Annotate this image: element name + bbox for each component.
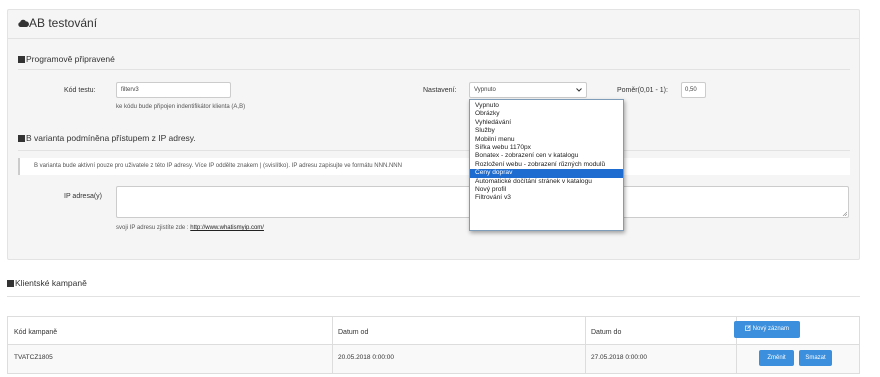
- ratio-label: Poměr(0,01 - 1):: [617, 87, 668, 94]
- b-variant-info-text: B varianta bude aktivní pouze pro uživat…: [34, 163, 402, 169]
- dropdown-option[interactable]: Mobilní menu: [470, 136, 623, 144]
- column-divider: [585, 317, 586, 373]
- new-record-label: Nový záznam: [752, 326, 790, 332]
- section-b-variant-heading: B varianta podmíněna přístupem z IP adre…: [18, 133, 196, 143]
- campaigns-table: Kód kampaně Datum od Datum do Nový zázna…: [7, 316, 860, 374]
- delete-button[interactable]: Smazat: [799, 350, 832, 366]
- section-preset-heading: Programově připravené: [18, 54, 115, 64]
- divider: [18, 69, 850, 70]
- divider: [7, 296, 860, 297]
- dropdown-chevron-icon: [576, 88, 582, 92]
- setting-select[interactable]: Vypnuto: [469, 82, 587, 98]
- campaigns-heading-text: Klientské kampaně: [15, 278, 87, 288]
- section-bar-icon: [18, 56, 25, 63]
- row-date-from: 20.05.2018 0:00:00: [338, 354, 395, 361]
- ip-label: IP adresa(y): [64, 193, 102, 200]
- column-divider: [332, 317, 333, 373]
- campaigns-heading: Klientské kampaně: [7, 278, 87, 288]
- section-bar-icon: [18, 135, 25, 142]
- edit-button[interactable]: Změnit: [759, 350, 794, 366]
- dropdown-option[interactable]: Rozložení webu - zobrazení různých modul…: [470, 161, 623, 169]
- dropdown-option-highlighted[interactable]: Ceny doprav: [470, 169, 623, 178]
- section-bar-icon: [7, 280, 14, 287]
- edit-icon: [745, 325, 751, 331]
- setting-label: Nastavení:: [423, 87, 457, 94]
- dropdown-option[interactable]: Šířka webu 1170px: [470, 144, 623, 152]
- new-record-button[interactable]: Nový záznam: [734, 321, 800, 338]
- dropdown-option[interactable]: Automatické dočítání stránek v katalogu: [470, 178, 623, 186]
- setting-dropdown-list: Vypnuto Obrázky Vyhledávání Služby Mobil…: [469, 99, 624, 231]
- b-variant-info-box: B varianta bude aktivní pouze pro uživat…: [18, 158, 850, 175]
- ratio-input[interactable]: 0,50: [681, 82, 706, 98]
- setting-select-value: Vypnuto: [474, 87, 496, 93]
- column-header-from: Datum od: [338, 329, 369, 336]
- table-header-row: [8, 317, 859, 345]
- test-code-input[interactable]: filterv3: [116, 82, 231, 98]
- column-header-code: Kód kampaně: [14, 329, 58, 336]
- table-row: [8, 345, 859, 373]
- section-preset-text: Programově připravené: [26, 54, 115, 64]
- cloud-icon: [18, 19, 29, 27]
- dropdown-option[interactable]: Bonatex - zobrazení cen v katalogu: [470, 152, 623, 160]
- whatismyip-link[interactable]: http://www.whatismyip.com/: [190, 225, 264, 231]
- panel-title-text: AB testování: [29, 16, 98, 30]
- ip-help-text: svoji IP adresu zjistíte zde :: [116, 225, 191, 231]
- ip-help: svoji IP adresu zjistíte zde : http://ww…: [116, 225, 264, 231]
- dropdown-option[interactable]: Služby: [470, 127, 623, 135]
- divider: [18, 150, 850, 151]
- dropdown-option[interactable]: Obrázky: [470, 110, 623, 118]
- dropdown-option[interactable]: Vypnuto: [470, 102, 623, 110]
- row-date-to: 27.05.2018 0:00:00: [591, 354, 648, 361]
- resize-handle-icon[interactable]: [842, 211, 847, 216]
- divider: [8, 38, 859, 39]
- row-code: TVATCZ1805: [14, 354, 53, 361]
- panel-title: AB testování: [18, 16, 97, 30]
- test-code-label: Kód testu:: [64, 87, 96, 94]
- dropdown-option[interactable]: Filtrování v3: [470, 194, 623, 202]
- dropdown-option[interactable]: Nový profil: [470, 186, 623, 194]
- section-b-variant-text: B varianta podmíněna přístupem z IP adre…: [26, 133, 196, 143]
- column-header-to: Datum do: [591, 329, 622, 336]
- test-code-help: ke kódu bude připojen indentifikátor kli…: [116, 104, 246, 110]
- dropdown-option[interactable]: Vyhledávání: [470, 119, 623, 127]
